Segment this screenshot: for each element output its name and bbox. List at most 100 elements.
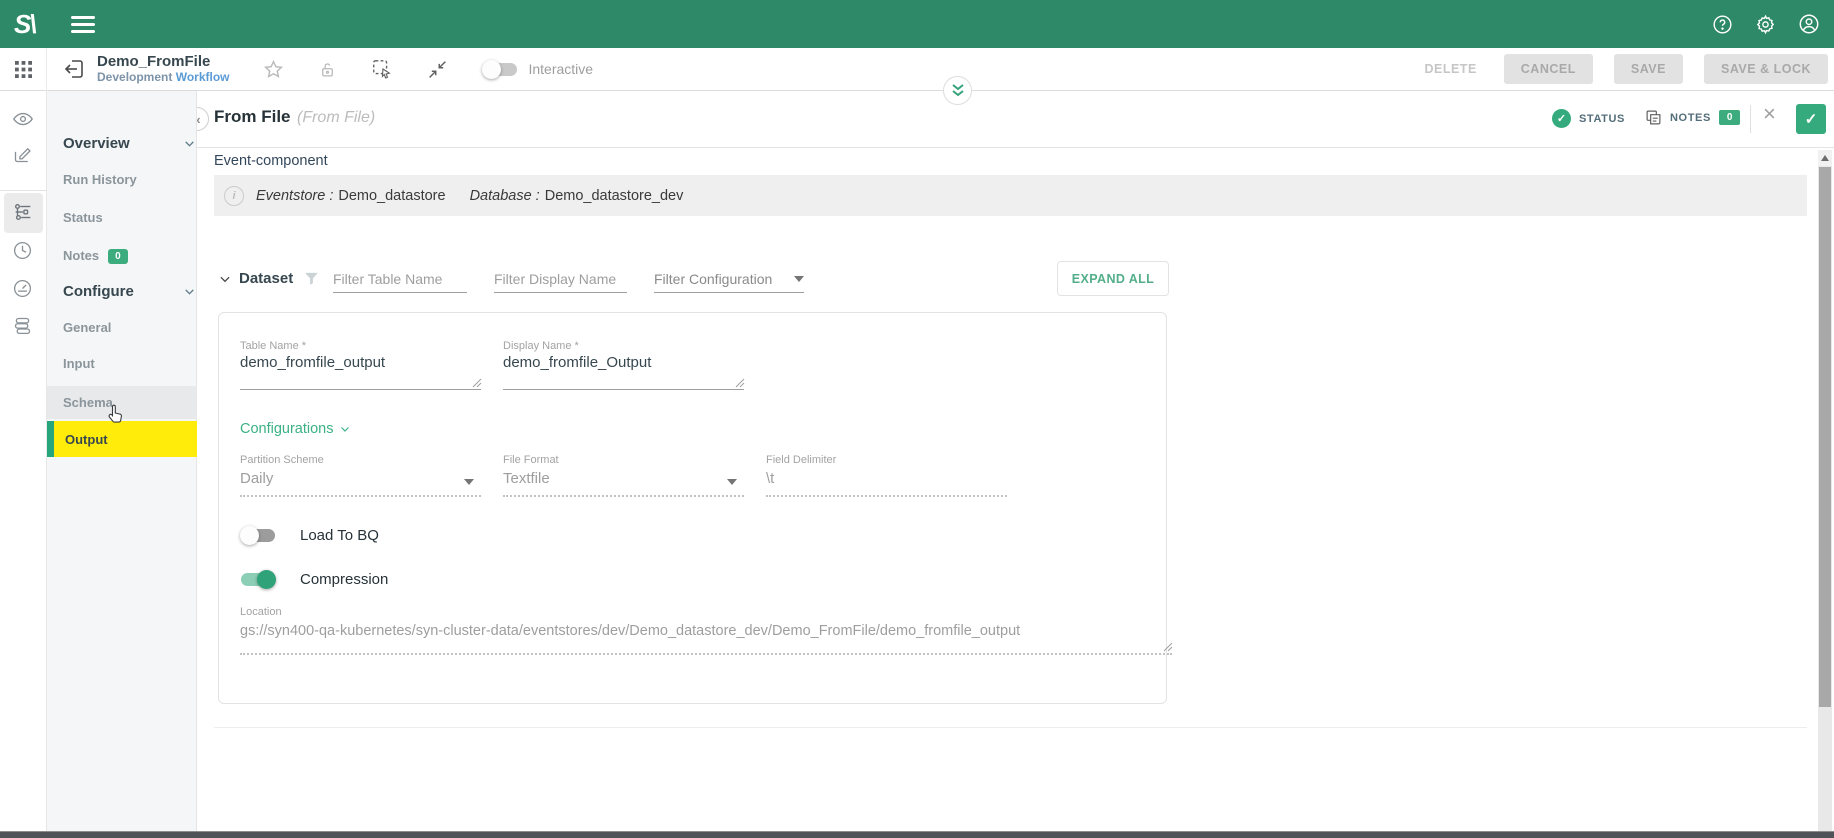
eventstore-info-bar: i Eventstore :Demo_datastoreDatabase :De… xyxy=(214,175,1807,216)
chevron-down-icon xyxy=(339,423,351,435)
app-bar-actions xyxy=(1712,13,1834,35)
partition-scheme-underline xyxy=(240,495,481,497)
side-navigation: Overview Run History Status Notes0 Confi… xyxy=(47,91,197,832)
workflow-title: Demo_FromFile xyxy=(97,53,229,70)
file-format-underline xyxy=(503,495,744,497)
load-to-bq-label: Load To BQ xyxy=(300,527,379,544)
nav-section-configure[interactable]: Configure xyxy=(63,283,134,300)
configurations-toggle[interactable]: Configurations xyxy=(240,421,351,437)
dataset-label[interactable]: Dataset xyxy=(239,270,293,287)
compression-toggle[interactable] xyxy=(240,569,276,589)
main-panel: « From File (From File) ✓ STATUS NOTES 0… xyxy=(197,91,1834,832)
chevron-down-icon xyxy=(183,137,196,150)
sidebar-item-input[interactable]: Input xyxy=(63,356,95,371)
settings-icon[interactable] xyxy=(1755,14,1776,35)
table-name-value[interactable]: demo_fromfile_output xyxy=(240,354,385,371)
eventstore-value: Demo_datastore xyxy=(338,188,445,204)
rail-divider xyxy=(0,190,47,191)
panel-title: From File xyxy=(214,107,291,127)
compression-label: Compression xyxy=(300,571,388,588)
star-icon[interactable] xyxy=(263,59,284,80)
collapse-panel-button[interactable] xyxy=(943,76,972,105)
chevron-down-icon xyxy=(183,285,196,298)
info-icon: i xyxy=(224,186,244,206)
filter-display-name-input[interactable] xyxy=(494,265,627,293)
field-delimiter-label: Field Delimiter xyxy=(766,454,836,466)
window-bottom-edge xyxy=(0,831,1834,838)
chevron-down-icon[interactable] xyxy=(464,479,474,485)
scrollbar-up-arrow[interactable] xyxy=(1818,150,1832,166)
header-divider xyxy=(1750,105,1751,133)
panel-subtitle: (From File) xyxy=(297,109,375,127)
sidebar-item-status[interactable]: Status xyxy=(63,210,103,225)
interactive-label: Interactive xyxy=(528,61,593,77)
workflow-title-block: Demo_FromFile Development Workflow xyxy=(97,53,229,84)
resize-grip-icon[interactable] xyxy=(735,378,745,388)
scrollbar-thumb[interactable] xyxy=(1819,167,1831,707)
expand-all-button[interactable]: EXPAND ALL xyxy=(1057,261,1169,296)
location-underline xyxy=(240,653,1172,655)
coins-stack-icon[interactable] xyxy=(12,315,33,336)
status-indicator[interactable]: ✓ STATUS xyxy=(1552,109,1625,128)
unlock-icon[interactable] xyxy=(318,60,337,79)
menu-icon[interactable] xyxy=(71,16,95,33)
workflow-toolbar: Demo_FromFile Development Workflow Inter… xyxy=(0,48,1834,91)
notes-count-badge: 0 xyxy=(108,249,128,264)
dataset-filter-row: Dataset Filter Configuration EXPAND ALL xyxy=(197,263,1834,297)
view-icon[interactable] xyxy=(12,108,34,130)
display-name-label: Display Name * xyxy=(503,340,579,352)
sidebar-item-general[interactable]: General xyxy=(63,320,111,335)
load-to-bq-toggle[interactable] xyxy=(240,525,276,545)
field-delimiter-value[interactable]: \t xyxy=(766,470,774,487)
table-name-underline xyxy=(240,389,481,390)
sidebar-item-notes[interactable]: Notes0 xyxy=(63,248,128,265)
workflow-subtitle: Development Workflow xyxy=(97,71,229,85)
close-icon[interactable]: × xyxy=(1763,101,1776,127)
delete-button[interactable]: DELETE xyxy=(1418,54,1482,84)
chevron-down-icon xyxy=(794,276,804,282)
mouse-cursor-icon xyxy=(107,404,124,425)
workflow-export-icon[interactable] xyxy=(62,57,86,81)
location-value[interactable]: gs://syn400-qa-kubernetes/syn-cluster-da… xyxy=(240,623,1020,639)
marquee-select-icon[interactable] xyxy=(371,58,393,80)
eventstore-label: Eventstore : xyxy=(256,188,333,204)
notes-indicator[interactable]: NOTES 0 xyxy=(1645,109,1740,126)
resize-grip-icon[interactable] xyxy=(472,378,482,388)
partition-scheme-value[interactable]: Daily xyxy=(240,470,273,487)
status-label: STATUS xyxy=(1579,113,1625,125)
interactive-toggle[interactable] xyxy=(482,59,518,79)
display-name-value[interactable]: demo_fromfile_Output xyxy=(503,354,651,371)
partition-scheme-label: Partition Scheme xyxy=(240,454,324,466)
filter-funnel-icon[interactable] xyxy=(303,270,320,287)
help-icon[interactable] xyxy=(1712,14,1733,35)
resize-grip-icon[interactable] xyxy=(1163,642,1173,652)
collapse-arrows-icon[interactable] xyxy=(427,59,448,80)
scrollbar[interactable] xyxy=(1818,150,1832,832)
apps-grid-icon[interactable] xyxy=(0,48,47,91)
icon-rail xyxy=(0,91,47,832)
status-check-icon: ✓ xyxy=(1552,109,1571,128)
nav-section-overview[interactable]: Overview xyxy=(63,135,130,152)
sidebar-item-output[interactable]: Output xyxy=(47,421,197,457)
chevron-down-icon[interactable] xyxy=(727,479,737,485)
sidebar-item-run-history[interactable]: Run History xyxy=(63,172,137,187)
cancel-button[interactable]: CANCEL xyxy=(1504,54,1593,84)
history-clock-icon[interactable] xyxy=(12,240,33,261)
load-to-bq-row: Load To BQ xyxy=(240,525,379,545)
filter-configuration-select[interactable]: Filter Configuration xyxy=(654,265,804,293)
account-icon[interactable] xyxy=(1798,13,1820,35)
filter-table-name-input[interactable] xyxy=(333,265,467,293)
save-button[interactable]: SAVE xyxy=(1614,54,1683,84)
screen: S\ Demo_FromFile Development Workflow xyxy=(0,0,1834,838)
database-label: Database : xyxy=(470,188,540,204)
save-lock-button[interactable]: SAVE & LOCK xyxy=(1704,54,1828,84)
workflow-icon[interactable] xyxy=(12,201,34,223)
gauge-icon[interactable] xyxy=(12,278,33,299)
dataset-expand-icon[interactable] xyxy=(218,272,232,286)
field-delimiter-underline xyxy=(766,495,1007,497)
notes-label: NOTES xyxy=(1670,112,1711,124)
section-label: Event-component xyxy=(214,153,328,169)
confirm-button[interactable]: ✓ xyxy=(1796,104,1826,134)
edit-icon[interactable] xyxy=(12,144,33,165)
file-format-value[interactable]: Textfile xyxy=(503,470,550,487)
